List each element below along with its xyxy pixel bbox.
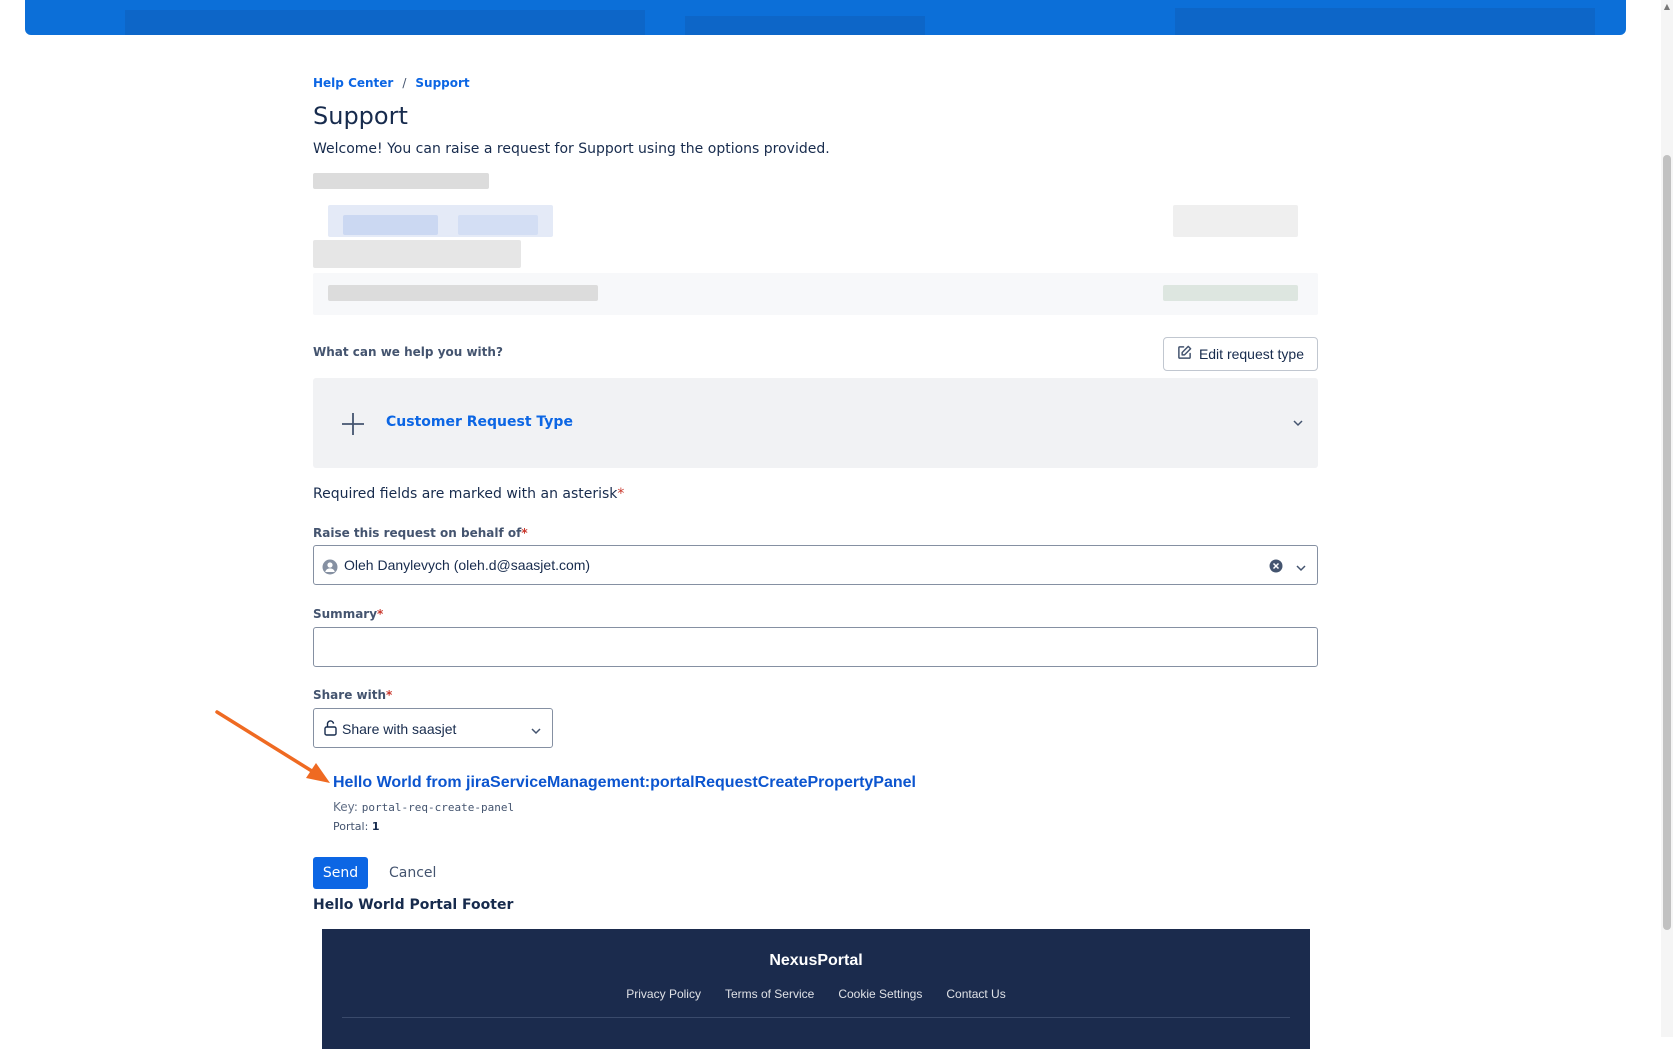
on-behalf-label: Raise this request on behalf of*	[313, 526, 528, 540]
redacted-block	[313, 240, 521, 268]
breadcrumb-support-link[interactable]: Support	[415, 76, 469, 90]
breadcrumb-separator: /	[402, 76, 407, 90]
required-asterisk: *	[386, 688, 393, 702]
panel-portal-value: 1	[371, 820, 380, 833]
property-panel: Hello World from jiraServiceManagement:p…	[333, 774, 916, 833]
footer-links: Privacy Policy Terms of Service Cookie S…	[322, 987, 1310, 1001]
request-type-prompt: What can we help you with?	[313, 345, 503, 359]
panel-portal-label: Portal:	[333, 820, 369, 833]
request-type-label[interactable]: Customer Request Type	[386, 414, 573, 430]
annotation-arrow-icon	[215, 710, 330, 783]
chevron-down-icon[interactable]	[1292, 414, 1304, 433]
property-panel-title: Hello World from jiraServiceManagement:p…	[333, 774, 916, 791]
redacted-block	[1173, 205, 1298, 237]
on-behalf-select[interactable]: Oleh Danylevych (oleh.d@saasjet.com)	[313, 545, 1318, 585]
share-with-label: Share with*	[313, 688, 392, 702]
required-fields-note: Required fields are marked with an aster…	[313, 486, 624, 502]
summary-input[interactable]	[313, 627, 1318, 667]
breadcrumb-help-center-link[interactable]: Help Center	[313, 76, 393, 90]
footer-link-terms-of-service[interactable]: Terms of Service	[725, 987, 814, 1001]
redacted-block	[343, 215, 438, 235]
send-button[interactable]: Send	[313, 857, 368, 889]
panel-key-label: Key:	[333, 800, 358, 814]
clear-selection-icon[interactable]	[1269, 558, 1283, 577]
portal-footer-text: Hello World Portal Footer	[313, 897, 514, 913]
page-title: Support	[313, 102, 408, 130]
user-avatar-icon	[322, 559, 338, 579]
redacted-block	[1163, 285, 1298, 301]
redacted-block	[328, 285, 598, 301]
edit-request-type-button[interactable]: Edit request type	[1162, 337, 1318, 371]
site-footer: NexusPortal Privacy Policy Terms of Serv…	[322, 929, 1310, 1049]
header-banner	[25, 0, 1626, 35]
edit-request-type-label: Edit request type	[1198, 346, 1304, 362]
plus-icon	[341, 412, 365, 436]
edit-icon	[1177, 345, 1192, 363]
required-asterisk: *	[377, 607, 384, 621]
footer-brand: NexusPortal	[769, 952, 863, 969]
required-asterisk: *	[617, 486, 625, 502]
required-note-text: Required fields are marked with an aster…	[313, 486, 618, 502]
summary-label: Summary*	[313, 607, 383, 621]
redacted-block	[313, 173, 489, 189]
breadcrumb: Help Center / Support	[313, 76, 470, 90]
welcome-text: Welcome! You can raise a request for Sup…	[313, 141, 830, 157]
share-with-value: Share with saasjet	[342, 721, 457, 737]
panel-key-value: portal-req-create-panel	[361, 801, 515, 814]
redacted-block	[458, 215, 538, 235]
footer-link-privacy-policy[interactable]: Privacy Policy	[626, 987, 701, 1001]
chevron-down-icon[interactable]	[1295, 559, 1307, 578]
on-behalf-label-text: Raise this request on behalf of	[313, 526, 522, 540]
share-with-select[interactable]: Share with saasjet	[313, 708, 553, 748]
footer-divider	[342, 1017, 1290, 1018]
on-behalf-value: Oleh Danylevych (oleh.d@saasjet.com)	[344, 557, 591, 573]
footer-link-contact-us[interactable]: Contact Us	[946, 987, 1005, 1001]
cancel-button[interactable]: Cancel	[379, 857, 446, 889]
scroll-up-arrow-icon[interactable]: ▲	[1663, 2, 1671, 11]
summary-label-text: Summary	[313, 607, 378, 621]
property-panel-key: Key: portal-req-create-panel	[333, 800, 916, 814]
scrollbar-thumb[interactable]	[1663, 155, 1671, 930]
chevron-down-icon[interactable]	[530, 722, 542, 741]
property-panel-portal: Portal: 1	[333, 820, 916, 833]
footer-link-cookie-settings[interactable]: Cookie Settings	[838, 987, 922, 1001]
request-type-selector[interactable]: Customer Request Type	[313, 378, 1318, 468]
required-asterisk: *	[521, 526, 528, 540]
share-with-label-text: Share with	[313, 688, 386, 702]
